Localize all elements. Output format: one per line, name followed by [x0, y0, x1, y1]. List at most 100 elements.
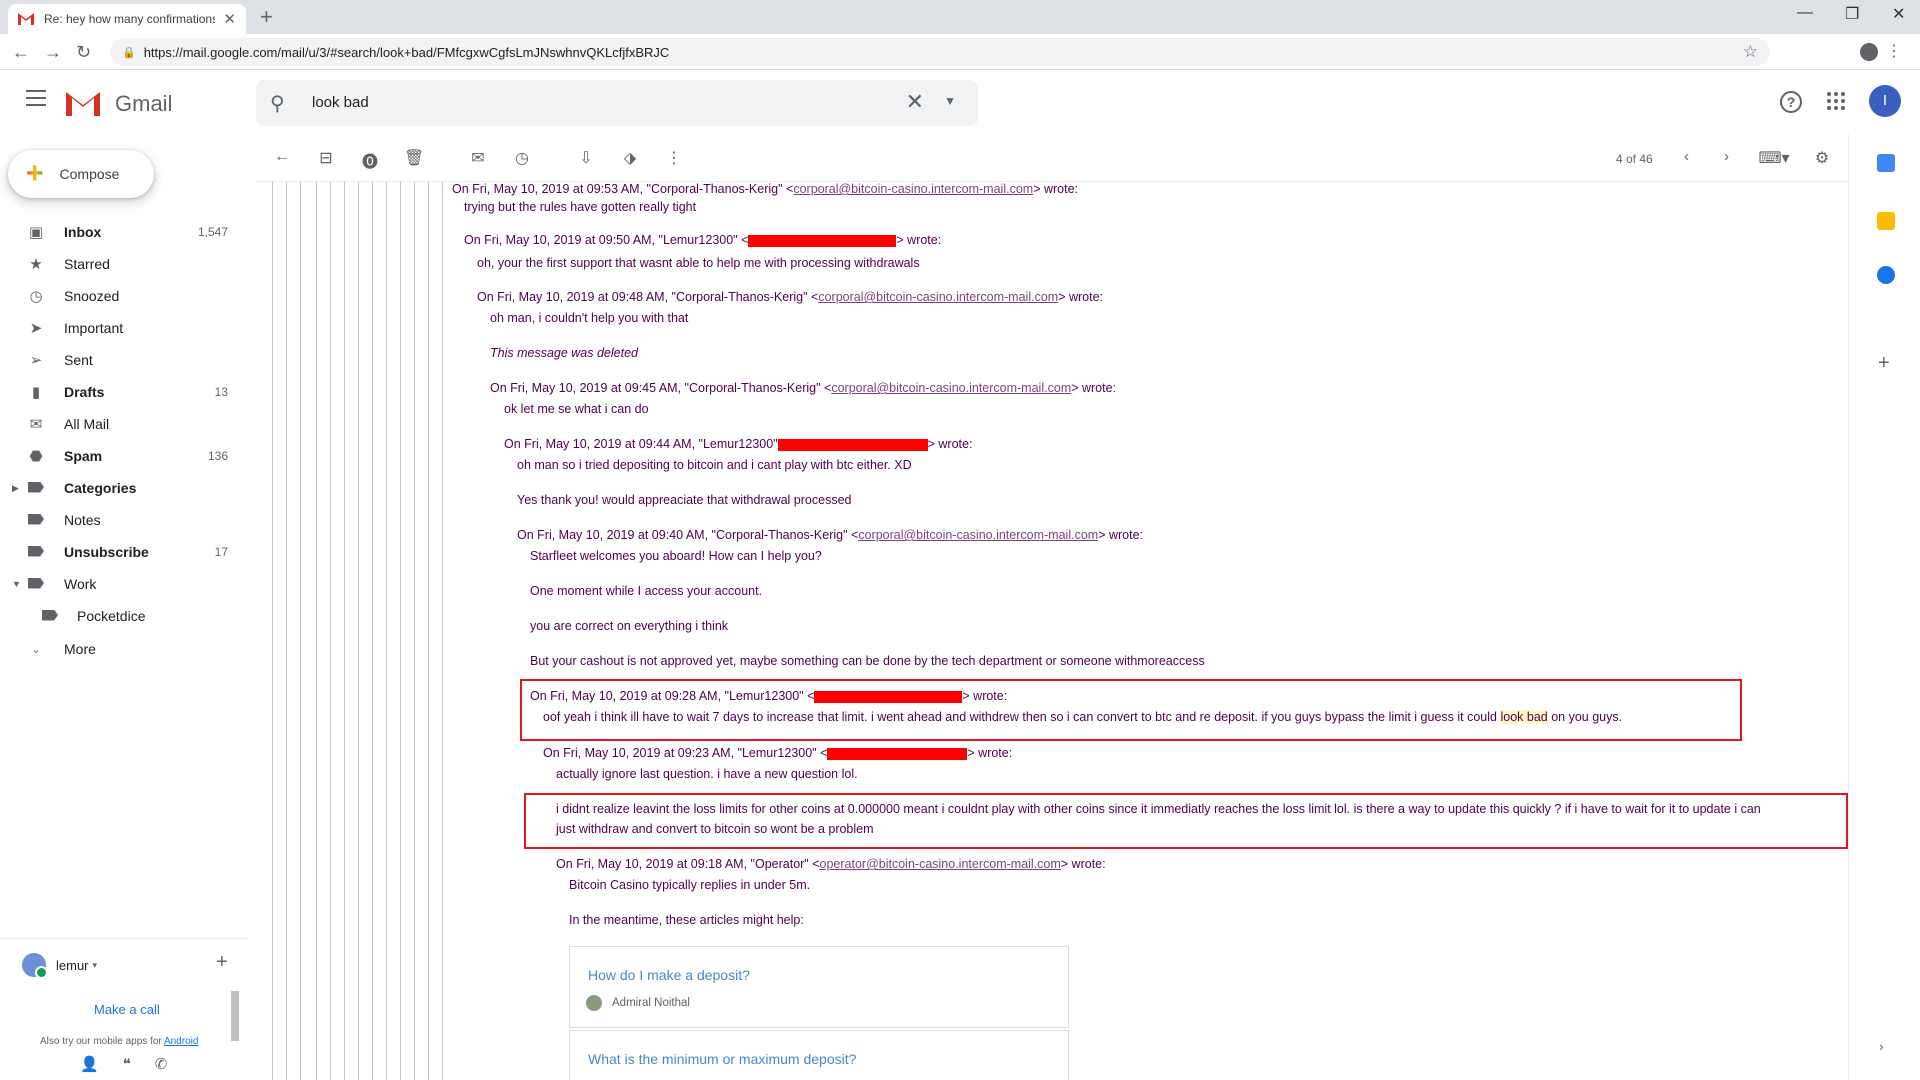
older-icon[interactable]: ›: [1724, 148, 1729, 165]
minimize-icon[interactable]: —: [1797, 4, 1813, 22]
label-icon: [26, 512, 46, 529]
sidebar-item-label: Snoozed: [64, 288, 120, 304]
chevron-down-icon[interactable]: ▾: [93, 960, 98, 971]
quote-header: On Fri, May 10, 2019 at 09:28 AM, "Lemur…: [530, 689, 1008, 703]
email-link[interactable]: corporal@bitcoin-casino.intercom-mail.co…: [831, 381, 1071, 395]
help-article-card[interactable]: What is the minimum or maximum deposit?: [569, 1030, 1069, 1080]
add-ons-plus-icon[interactable]: +: [1878, 352, 1890, 375]
quote-text: you are correct on everything i think: [530, 619, 729, 633]
tasks-icon[interactable]: [1877, 266, 1895, 284]
search-input[interactable]: look bad: [312, 94, 369, 111]
article-title[interactable]: What is the minimum or maximum deposit?: [588, 1051, 856, 1067]
android-link[interactable]: Android: [164, 1036, 198, 1047]
back-icon[interactable]: ←: [12, 42, 30, 63]
mark-unread-icon[interactable]: ✉: [468, 148, 488, 168]
article-author: Admiral Noithal: [612, 997, 690, 1009]
apps-grid-icon[interactable]: [1827, 92, 1845, 110]
labels-icon[interactable]: ⬗: [620, 148, 640, 168]
back-to-search-icon[interactable]: ←: [272, 148, 292, 166]
show-side-panel-icon[interactable]: ›: [1879, 1038, 1884, 1054]
restore-icon[interactable]: ❐: [1845, 4, 1859, 24]
new-conversation-icon[interactable]: +: [216, 951, 228, 974]
contacts-icon[interactable]: 👤: [80, 1055, 99, 1073]
sidebar-item-work[interactable]: ▼ Work: [0, 568, 240, 600]
url-field[interactable]: 🔒 https://mail.google.com/mail/u/3/#sear…: [110, 38, 1770, 66]
inbox-icon: ▣: [28, 224, 44, 241]
sidebar-item-sent[interactable]: ➢ Sent: [0, 344, 240, 376]
browser-menu-icon[interactable]: ⋮: [1886, 41, 1902, 61]
new-tab-icon[interactable]: +: [260, 4, 273, 30]
clear-search-icon[interactable]: ✕: [906, 89, 924, 115]
redaction-mark: [814, 690, 963, 703]
main-menu-icon[interactable]: [26, 90, 46, 108]
search-bar[interactable]: ⚲ look bad ✕ ▼: [256, 80, 978, 126]
quote-text: ok let me se what i can do: [504, 402, 649, 416]
browser-tab[interactable]: Re: hey how many confirmations ✕: [8, 4, 246, 34]
url-text: https://mail.google.com/mail/u/3/#search…: [143, 44, 670, 60]
sidebar-item-more[interactable]: ⌄ More: [0, 633, 240, 665]
email-link[interactable]: corporal@bitcoin-casino.intercom-mail.co…: [858, 528, 1098, 542]
hangouts-chat-icon[interactable]: ❝: [123, 1055, 131, 1073]
keep-icon[interactable]: [1877, 212, 1895, 230]
move-to-icon[interactable]: ⇩: [576, 148, 596, 168]
settings-gear-icon[interactable]: ⚙: [1812, 148, 1832, 168]
sidebar-item-label: Starred: [64, 256, 110, 272]
phone-icon[interactable]: ✆: [155, 1055, 168, 1073]
quote-bar: [272, 182, 273, 1080]
search-options-icon[interactable]: ▼: [944, 94, 956, 108]
quote-header: On Fri, May 10, 2019 at 09:23 AM, "Lemur…: [543, 746, 1013, 760]
forward-icon[interactable]: →: [44, 42, 62, 63]
account-avatar[interactable]: I: [1869, 85, 1901, 117]
message-toolbar: ← ⊟ ⓿ 🗑 ✉ ◷ ⇩ ⬗ ⋮ 4 of 46 ‹ › ⌨▾ ⚙: [256, 134, 1848, 182]
lock-icon: 🔒: [122, 46, 136, 59]
sidebar-item-label: Unsubscribe: [64, 544, 149, 560]
sidebar-item-categories[interactable]: ▶ Categories: [0, 472, 240, 504]
delete-icon[interactable]: 🗑: [404, 148, 424, 168]
bookmark-star-icon[interactable]: ☆: [1743, 42, 1758, 62]
archive-icon[interactable]: ⊟: [316, 148, 336, 168]
hangouts-user[interactable]: lemur ▾: [22, 953, 98, 979]
sidebar-item-pocketdice[interactable]: Pocketdice: [0, 600, 240, 632]
author-avatar: [586, 995, 602, 1011]
search-highlight: look bad: [1500, 710, 1548, 724]
email-link[interactable]: corporal@bitcoin-casino.intercom-mail.co…: [818, 290, 1058, 304]
email-link[interactable]: operator@bitcoin-casino.intercom-mail.co…: [820, 857, 1061, 871]
sidebar-item-snoozed[interactable]: ◷ Snoozed: [0, 280, 240, 312]
newer-icon[interactable]: ‹: [1684, 148, 1689, 165]
sidebar-item-starred[interactable]: ★ Starred: [0, 248, 240, 280]
sidebar-item-notes[interactable]: Notes: [0, 504, 240, 536]
quote-header: On Fri, May 10, 2019 at 09:53 AM, "Corpo…: [452, 182, 1078, 196]
expand-caret-icon[interactable]: ▶: [12, 483, 19, 494]
window-close-icon[interactable]: ✕: [1892, 4, 1905, 24]
compose-button[interactable]: + Compose: [8, 150, 154, 198]
mobile-apps-note: Also try our mobile apps for Android: [40, 1036, 199, 1047]
input-tools-icon[interactable]: ⌨▾: [1756, 148, 1792, 168]
quote-text: actually ignore last question. i have a …: [556, 767, 858, 781]
help-icon[interactable]: ?: [1780, 91, 1802, 113]
sidebar-item-all-mail[interactable]: ✉ All Mail: [0, 408, 240, 440]
email-link[interactable]: corporal@bitcoin-casino.intercom-mail.co…: [793, 182, 1033, 196]
gmail-favicon-icon: [18, 13, 34, 25]
calendar-icon[interactable]: [1877, 154, 1895, 172]
help-article-card[interactable]: How do I make a deposit? Admiral Noithal: [569, 946, 1069, 1028]
profile-icon[interactable]: [1860, 43, 1878, 61]
hangouts-scrollbar[interactable]: [231, 991, 239, 1041]
article-title[interactable]: How do I make a deposit?: [588, 967, 750, 983]
reload-icon[interactable]: ↻: [76, 42, 91, 63]
snooze-icon[interactable]: ◷: [512, 148, 532, 168]
more-options-icon[interactable]: ⋮: [664, 148, 684, 168]
search-icon[interactable]: ⚲: [270, 91, 285, 116]
sidebar-item-inbox[interactable]: ▣ Inbox 1,547: [0, 216, 240, 248]
make-call-link[interactable]: Make a call: [94, 1002, 160, 1017]
redaction-mark: [827, 747, 968, 760]
quote-header: On Fri, May 10, 2019 at 09:50 AM, "Lemur…: [464, 233, 942, 247]
report-spam-icon[interactable]: ⓿: [360, 148, 380, 172]
sidebar-item-drafts[interactable]: ▮ Drafts 13: [0, 376, 240, 408]
compose-plus-icon: +: [26, 157, 44, 190]
quote-bar: [400, 182, 401, 1080]
close-tab-icon[interactable]: ✕: [223, 10, 236, 28]
sidebar-item-unsubscribe[interactable]: Unsubscribe 17: [0, 536, 240, 568]
sidebar-item-important[interactable]: ➤ Important: [0, 312, 240, 344]
collapse-caret-icon[interactable]: ▼: [12, 579, 21, 589]
sidebar-item-spam[interactable]: ⬣ Spam 136: [0, 440, 240, 472]
